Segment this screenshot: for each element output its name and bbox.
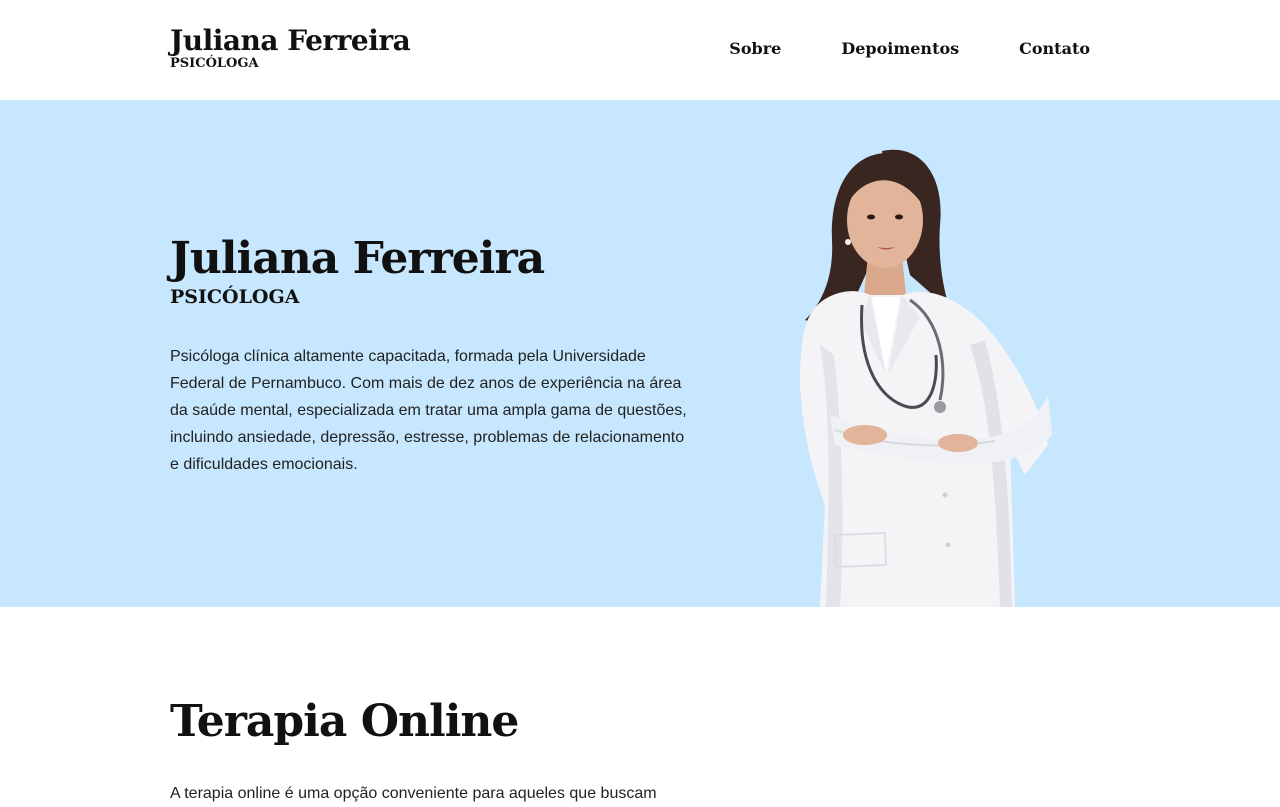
hero-text: Juliana Ferreira PSICÓLOGA Psicóloga clí…: [170, 233, 700, 478]
site-header: Juliana Ferreira PSICÓLOGA Sobre Depoime…: [0, 0, 1280, 100]
hero-subtitle: PSICÓLOGA: [170, 286, 300, 308]
psychologist-portrait: [800, 149, 1052, 607]
brand-logo[interactable]: Juliana Ferreira PSICÓLOGA: [170, 24, 411, 72]
hero-description: Psicóloga clínica altamente capacitada, …: [170, 348, 687, 473]
main-nav: Sobre Depoimentos Contato: [729, 38, 1090, 60]
hero-section: Juliana Ferreira PSICÓLOGA Psicóloga clí…: [0, 100, 1280, 607]
therapy-text: A terapia online é uma opção conveniente…: [170, 785, 657, 802]
nav-link-sobre[interactable]: Sobre: [729, 38, 781, 60]
nav-link-depoimentos[interactable]: Depoimentos: [841, 38, 959, 60]
therapy-title: Terapia Online: [170, 696, 519, 747]
brand-name: Juliana Ferreira: [170, 24, 411, 57]
hero-title: Juliana Ferreira: [170, 233, 545, 284]
nav-link-contato[interactable]: Contato: [1019, 38, 1090, 60]
brand-subtitle: PSICÓLOGA: [170, 56, 259, 71]
